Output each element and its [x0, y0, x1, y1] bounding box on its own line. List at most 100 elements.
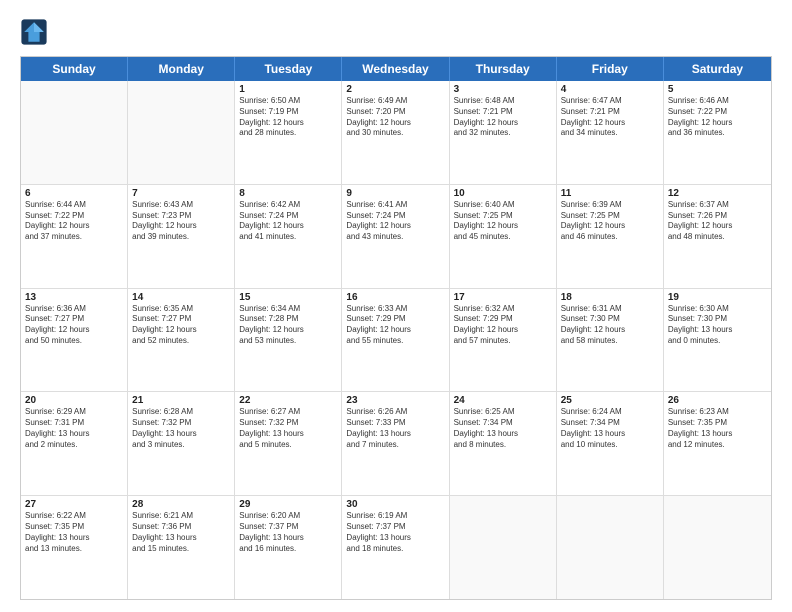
cell-info: Sunrise: 6:22 AM Sunset: 7:35 PM Dayligh… — [25, 511, 123, 554]
day-number: 28 — [132, 499, 230, 510]
day-number: 15 — [239, 292, 337, 303]
cell-info: Sunrise: 6:48 AM Sunset: 7:21 PM Dayligh… — [454, 96, 552, 139]
day-number: 13 — [25, 292, 123, 303]
day-number: 8 — [239, 188, 337, 199]
calendar-cell: 16Sunrise: 6:33 AM Sunset: 7:29 PM Dayli… — [342, 289, 449, 392]
calendar-cell — [21, 81, 128, 184]
calendar-cell: 18Sunrise: 6:31 AM Sunset: 7:30 PM Dayli… — [557, 289, 664, 392]
day-number: 7 — [132, 188, 230, 199]
day-number: 14 — [132, 292, 230, 303]
calendar-cell: 22Sunrise: 6:27 AM Sunset: 7:32 PM Dayli… — [235, 392, 342, 495]
cell-info: Sunrise: 6:26 AM Sunset: 7:33 PM Dayligh… — [346, 407, 444, 450]
day-number: 2 — [346, 84, 444, 95]
day-number: 9 — [346, 188, 444, 199]
calendar-cell — [664, 496, 771, 599]
cell-info: Sunrise: 6:24 AM Sunset: 7:34 PM Dayligh… — [561, 407, 659, 450]
day-number: 12 — [668, 188, 767, 199]
cell-info: Sunrise: 6:37 AM Sunset: 7:26 PM Dayligh… — [668, 200, 767, 243]
calendar-row-2: 13Sunrise: 6:36 AM Sunset: 7:27 PM Dayli… — [21, 289, 771, 393]
day-number: 22 — [239, 395, 337, 406]
cell-info: Sunrise: 6:35 AM Sunset: 7:27 PM Dayligh… — [132, 304, 230, 347]
cell-info: Sunrise: 6:36 AM Sunset: 7:27 PM Dayligh… — [25, 304, 123, 347]
cell-info: Sunrise: 6:23 AM Sunset: 7:35 PM Dayligh… — [668, 407, 767, 450]
calendar-cell: 9Sunrise: 6:41 AM Sunset: 7:24 PM Daylig… — [342, 185, 449, 288]
cell-info: Sunrise: 6:21 AM Sunset: 7:36 PM Dayligh… — [132, 511, 230, 554]
header-day-saturday: Saturday — [664, 57, 771, 81]
calendar-cell: 6Sunrise: 6:44 AM Sunset: 7:22 PM Daylig… — [21, 185, 128, 288]
day-number: 11 — [561, 188, 659, 199]
cell-info: Sunrise: 6:39 AM Sunset: 7:25 PM Dayligh… — [561, 200, 659, 243]
day-number: 23 — [346, 395, 444, 406]
calendar-cell: 29Sunrise: 6:20 AM Sunset: 7:37 PM Dayli… — [235, 496, 342, 599]
day-number: 17 — [454, 292, 552, 303]
day-number: 27 — [25, 499, 123, 510]
cell-info: Sunrise: 6:29 AM Sunset: 7:31 PM Dayligh… — [25, 407, 123, 450]
calendar-cell: 24Sunrise: 6:25 AM Sunset: 7:34 PM Dayli… — [450, 392, 557, 495]
calendar-cell: 4Sunrise: 6:47 AM Sunset: 7:21 PM Daylig… — [557, 81, 664, 184]
day-number: 5 — [668, 84, 767, 95]
calendar-row-4: 27Sunrise: 6:22 AM Sunset: 7:35 PM Dayli… — [21, 496, 771, 599]
calendar-cell: 30Sunrise: 6:19 AM Sunset: 7:37 PM Dayli… — [342, 496, 449, 599]
calendar-cell: 3Sunrise: 6:48 AM Sunset: 7:21 PM Daylig… — [450, 81, 557, 184]
day-number: 21 — [132, 395, 230, 406]
cell-info: Sunrise: 6:32 AM Sunset: 7:29 PM Dayligh… — [454, 304, 552, 347]
cell-info: Sunrise: 6:25 AM Sunset: 7:34 PM Dayligh… — [454, 407, 552, 450]
day-number: 6 — [25, 188, 123, 199]
day-number: 24 — [454, 395, 552, 406]
calendar-cell: 27Sunrise: 6:22 AM Sunset: 7:35 PM Dayli… — [21, 496, 128, 599]
cell-info: Sunrise: 6:28 AM Sunset: 7:32 PM Dayligh… — [132, 407, 230, 450]
cell-info: Sunrise: 6:41 AM Sunset: 7:24 PM Dayligh… — [346, 200, 444, 243]
cell-info: Sunrise: 6:34 AM Sunset: 7:28 PM Dayligh… — [239, 304, 337, 347]
calendar-cell: 23Sunrise: 6:26 AM Sunset: 7:33 PM Dayli… — [342, 392, 449, 495]
cell-info: Sunrise: 6:50 AM Sunset: 7:19 PM Dayligh… — [239, 96, 337, 139]
calendar-cell: 26Sunrise: 6:23 AM Sunset: 7:35 PM Dayli… — [664, 392, 771, 495]
logo-icon — [20, 18, 48, 46]
calendar-cell: 28Sunrise: 6:21 AM Sunset: 7:36 PM Dayli… — [128, 496, 235, 599]
header-day-tuesday: Tuesday — [235, 57, 342, 81]
cell-info: Sunrise: 6:20 AM Sunset: 7:37 PM Dayligh… — [239, 511, 337, 554]
calendar-cell: 25Sunrise: 6:24 AM Sunset: 7:34 PM Dayli… — [557, 392, 664, 495]
page: SundayMondayTuesdayWednesdayThursdayFrid… — [0, 0, 792, 612]
calendar-cell: 14Sunrise: 6:35 AM Sunset: 7:27 PM Dayli… — [128, 289, 235, 392]
calendar-cell: 13Sunrise: 6:36 AM Sunset: 7:27 PM Dayli… — [21, 289, 128, 392]
day-number: 20 — [25, 395, 123, 406]
header-day-sunday: Sunday — [21, 57, 128, 81]
day-number: 26 — [668, 395, 767, 406]
cell-info: Sunrise: 6:43 AM Sunset: 7:23 PM Dayligh… — [132, 200, 230, 243]
header-day-wednesday: Wednesday — [342, 57, 449, 81]
calendar-cell: 5Sunrise: 6:46 AM Sunset: 7:22 PM Daylig… — [664, 81, 771, 184]
header — [20, 18, 772, 46]
calendar-header: SundayMondayTuesdayWednesdayThursdayFrid… — [21, 57, 771, 81]
header-day-thursday: Thursday — [450, 57, 557, 81]
calendar-cell: 15Sunrise: 6:34 AM Sunset: 7:28 PM Dayli… — [235, 289, 342, 392]
calendar-cell: 1Sunrise: 6:50 AM Sunset: 7:19 PM Daylig… — [235, 81, 342, 184]
cell-info: Sunrise: 6:19 AM Sunset: 7:37 PM Dayligh… — [346, 511, 444, 554]
day-number: 18 — [561, 292, 659, 303]
calendar-row-1: 6Sunrise: 6:44 AM Sunset: 7:22 PM Daylig… — [21, 185, 771, 289]
cell-info: Sunrise: 6:31 AM Sunset: 7:30 PM Dayligh… — [561, 304, 659, 347]
calendar-cell: 8Sunrise: 6:42 AM Sunset: 7:24 PM Daylig… — [235, 185, 342, 288]
calendar-cell: 11Sunrise: 6:39 AM Sunset: 7:25 PM Dayli… — [557, 185, 664, 288]
calendar-cell: 7Sunrise: 6:43 AM Sunset: 7:23 PM Daylig… — [128, 185, 235, 288]
day-number: 25 — [561, 395, 659, 406]
calendar-cell — [128, 81, 235, 184]
calendar-cell: 10Sunrise: 6:40 AM Sunset: 7:25 PM Dayli… — [450, 185, 557, 288]
day-number: 1 — [239, 84, 337, 95]
day-number: 29 — [239, 499, 337, 510]
calendar-cell: 2Sunrise: 6:49 AM Sunset: 7:20 PM Daylig… — [342, 81, 449, 184]
cell-info: Sunrise: 6:44 AM Sunset: 7:22 PM Dayligh… — [25, 200, 123, 243]
day-number: 30 — [346, 499, 444, 510]
cell-info: Sunrise: 6:30 AM Sunset: 7:30 PM Dayligh… — [668, 304, 767, 347]
calendar-cell: 21Sunrise: 6:28 AM Sunset: 7:32 PM Dayli… — [128, 392, 235, 495]
cell-info: Sunrise: 6:33 AM Sunset: 7:29 PM Dayligh… — [346, 304, 444, 347]
day-number: 3 — [454, 84, 552, 95]
calendar-row-0: 1Sunrise: 6:50 AM Sunset: 7:19 PM Daylig… — [21, 81, 771, 185]
calendar: SundayMondayTuesdayWednesdayThursdayFrid… — [20, 56, 772, 600]
logo — [20, 18, 52, 46]
calendar-cell: 20Sunrise: 6:29 AM Sunset: 7:31 PM Dayli… — [21, 392, 128, 495]
cell-info: Sunrise: 6:46 AM Sunset: 7:22 PM Dayligh… — [668, 96, 767, 139]
day-number: 16 — [346, 292, 444, 303]
cell-info: Sunrise: 6:47 AM Sunset: 7:21 PM Dayligh… — [561, 96, 659, 139]
calendar-row-3: 20Sunrise: 6:29 AM Sunset: 7:31 PM Dayli… — [21, 392, 771, 496]
header-day-friday: Friday — [557, 57, 664, 81]
